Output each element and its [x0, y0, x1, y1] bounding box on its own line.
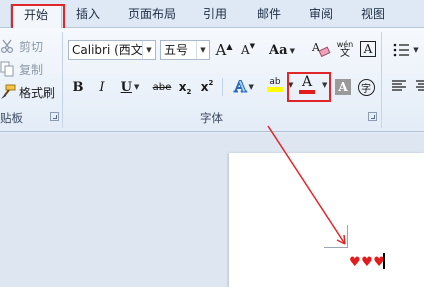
group-divider — [381, 32, 382, 128]
subscript-label: x — [178, 80, 187, 94]
tab-insert-label: 插入 — [75, 7, 100, 21]
align-center-icon — [415, 79, 424, 93]
tab-view-label: 视图 — [360, 7, 385, 21]
format-painter-label: 格式刷 — [19, 85, 56, 100]
shrink-font-label: A — [240, 43, 250, 57]
highlight-label: ab — [269, 76, 281, 87]
subscript-2-icon: 2 — [186, 87, 192, 96]
margin-corner-mark — [324, 247, 348, 248]
chevron-down-icon: ▼ — [289, 45, 295, 55]
font-launcher-icon[interactable] — [368, 112, 377, 121]
subscript-button[interactable]: x2 — [176, 77, 194, 97]
text-effects-button[interactable]: A ▼ — [230, 76, 258, 96]
copy-button[interactable]: 复制 — [0, 59, 43, 79]
strikethrough-button[interactable]: abe — [150, 77, 174, 97]
chevron-down-icon: ▼ — [133, 83, 140, 91]
font-group-label: 字体 — [200, 111, 223, 125]
group-divider — [62, 32, 63, 128]
italic-button[interactable]: I — [94, 77, 110, 97]
align-left-icon — [391, 79, 407, 93]
eraser-icon: A — [311, 39, 331, 59]
bullets-button[interactable]: ▼ — [388, 40, 424, 60]
shrink-font-button[interactable]: A ▼ — [238, 40, 258, 60]
superscript-2-icon: 2 — [208, 79, 214, 87]
superscript-button[interactable]: x2 — [198, 77, 216, 97]
change-case-button[interactable]: Aa ▼ — [268, 40, 296, 60]
margin-corner-mark — [347, 225, 348, 248]
strikethrough-label: abe — [152, 81, 172, 93]
text-effects-label: A — [234, 76, 247, 96]
grow-font-label: A — [215, 41, 227, 59]
tab-view[interactable]: 视图 — [354, 4, 392, 26]
text-cursor — [383, 253, 385, 269]
character-border-button[interactable]: A — [358, 39, 378, 59]
clipboard-group-label: 贴板 — [0, 111, 23, 125]
highlight-color-swatch — [267, 86, 283, 92]
tab-mailings-label: 邮件 — [256, 7, 281, 21]
ribbon-home: 剪切 复制 格式刷 贴板 Calibri (西文 ▼ 五号 ▼ A ▲ A ▼ Aa… — [0, 28, 424, 132]
bullet-list-icon — [393, 42, 411, 58]
align-center-button[interactable] — [412, 76, 424, 96]
grow-font-button[interactable]: A ▲ — [214, 40, 234, 60]
phonetic-char-icon: 文 — [340, 48, 350, 59]
copy-icon — [0, 61, 16, 77]
font-size-value: 五号 — [164, 43, 189, 57]
scissors-icon — [0, 38, 16, 54]
tab-mailings[interactable]: 邮件 — [250, 4, 288, 26]
align-left-button[interactable] — [388, 76, 410, 96]
tab-references-label: 引用 — [202, 7, 227, 21]
cut-button[interactable]: 剪切 — [0, 36, 43, 56]
superscript-label: x — [200, 80, 209, 94]
tab-review[interactable]: 审阅 — [302, 4, 340, 26]
font-size-dropdown[interactable]: 五号 ▼ — [160, 40, 210, 60]
bold-label: B — [72, 79, 84, 95]
font-color-highlight — [287, 72, 331, 102]
character-border-label: A — [360, 41, 376, 57]
text-highlight-button[interactable]: ab — [262, 74, 288, 94]
document-page[interactable] — [229, 153, 424, 287]
chevron-down-icon: ▼ — [413, 46, 419, 54]
character-shading-label: A — [335, 79, 351, 95]
grow-arrow-icon: ▲ — [226, 41, 233, 51]
tab-references[interactable]: 引用 — [196, 4, 234, 26]
change-case-label: Aa — [269, 42, 288, 58]
shrink-arrow-icon: ▼ — [249, 42, 256, 50]
clipboard-launcher-icon[interactable] — [50, 112, 59, 121]
enclose-characters-button[interactable]: 字 — [356, 77, 376, 97]
underline-label: U — [120, 79, 132, 95]
italic-label: I — [99, 79, 105, 95]
chevron-down-icon: ▼ — [196, 41, 209, 59]
toolbar-divider — [222, 78, 223, 96]
font-name-dropdown[interactable]: Calibri (西文 ▼ — [68, 40, 156, 60]
cut-label: 剪切 — [19, 39, 44, 54]
tab-review-label: 审阅 — [308, 7, 333, 21]
format-painter-button[interactable]: 格式刷 — [0, 82, 55, 102]
document-text-hearts: ♥♥♥ — [349, 255, 386, 270]
clear-formatting-button[interactable]: A — [310, 39, 332, 59]
chevron-down-icon: ▼ — [248, 81, 254, 91]
chevron-down-icon: ▼ — [142, 41, 155, 59]
tab-home-highlight — [11, 4, 65, 31]
underline-button[interactable]: U ▼ — [116, 77, 144, 97]
enclose-label: 字 — [357, 78, 375, 96]
tab-page-layout-label: 页面布局 — [127, 7, 176, 21]
copy-label: 复制 — [19, 62, 44, 77]
phonetic-guide-button[interactable]: wén 文 — [334, 39, 356, 59]
paintbrush-icon — [0, 84, 16, 100]
font-name-value: Calibri (西文 — [72, 43, 143, 57]
tab-insert[interactable]: 插入 — [68, 4, 108, 26]
tab-page-layout[interactable]: 页面布局 — [120, 4, 184, 26]
character-shading-button[interactable]: A — [334, 77, 352, 97]
bold-button[interactable]: B — [70, 77, 86, 97]
